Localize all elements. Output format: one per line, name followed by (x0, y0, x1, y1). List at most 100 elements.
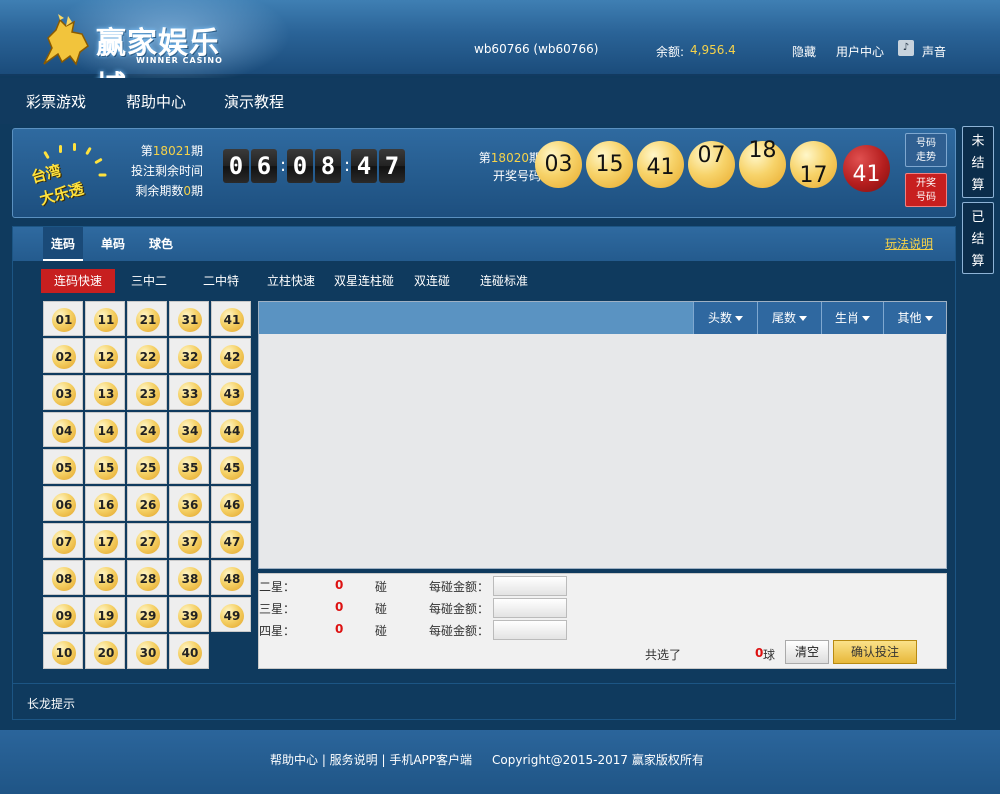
number-cell[interactable]: 13 (85, 375, 125, 410)
number-cell[interactable]: 11 (85, 301, 125, 336)
number-cell[interactable]: 24 (127, 412, 167, 447)
filter-zodiac-dropdown[interactable]: 生肖 (821, 302, 883, 334)
amount-input-4star[interactable] (493, 620, 567, 640)
number-cell[interactable]: 32 (169, 338, 209, 373)
number-cell[interactable]: 40 (169, 634, 209, 669)
balance-label: 余额: (656, 45, 685, 59)
number-cell[interactable]: 22 (127, 338, 167, 373)
subtab-column-quick[interactable]: 立柱快速 (261, 269, 321, 293)
number-cell[interactable]: 43 (211, 375, 251, 410)
nav-item-lottery[interactable]: 彩票游戏 (26, 91, 86, 112)
current-period: 18021 (152, 144, 191, 158)
number-cell[interactable]: 20 (85, 634, 125, 669)
amount-input-3star[interactable] (493, 598, 567, 618)
current-period-info: 第18021期 投注剩余时间 剩余期数0期 (123, 141, 203, 201)
time-left-label: 投注剩余时间 (130, 164, 203, 178)
sound-label[interactable]: 声音 (922, 43, 946, 60)
number-cell[interactable]: 44 (211, 412, 251, 447)
filter-tail-dropdown[interactable]: 尾数 (757, 302, 821, 334)
number-cell[interactable]: 06 (43, 486, 83, 521)
number-cell[interactable]: 05 (43, 449, 83, 484)
sound-icon[interactable]: ♪ (898, 40, 914, 56)
tab-danma[interactable]: 单码 (93, 227, 133, 261)
confirm-bet-button[interactable]: 确认投注 (833, 640, 917, 664)
subtab-2special[interactable]: 二中特 (193, 269, 249, 293)
number-cell[interactable]: 15 (85, 449, 125, 484)
number-cell[interactable]: 41 (211, 301, 251, 336)
number-cell[interactable]: 17 (85, 523, 125, 558)
number-cell[interactable]: 38 (169, 560, 209, 595)
number-cell[interactable]: 45 (211, 449, 251, 484)
chevron-down-icon (924, 316, 933, 321)
number-cell[interactable]: 47 (211, 523, 251, 558)
number-cell[interactable]: 49 (211, 597, 251, 632)
balance-value: 4,956.4 (690, 43, 736, 57)
hide-balance-link[interactable]: 隐藏 (792, 43, 816, 60)
number-cell[interactable]: 25 (127, 449, 167, 484)
subtab-quick[interactable]: 连码快速 (41, 269, 115, 293)
site-logo[interactable]: 赢家娱乐城 WINNER CASINO (36, 12, 246, 105)
number-cell[interactable]: 09 (43, 597, 83, 632)
nav-item-tutorial[interactable]: 演示教程 (224, 91, 284, 112)
filter-head-dropdown[interactable]: 头数 (693, 302, 757, 334)
number-cell[interactable]: 36 (169, 486, 209, 521)
nav-item-help[interactable]: 帮助中心 (126, 91, 186, 112)
number-cell[interactable]: 01 (43, 301, 83, 336)
footer: 帮助中心 | 服务说明 | 手机APP客户端 Copyright@2015-20… (0, 730, 1000, 794)
subtab-double-link[interactable]: 双连碰 (407, 269, 457, 293)
number-cell[interactable]: 28 (127, 560, 167, 595)
last-period: 18020 (490, 151, 529, 165)
draw-info-panel: 台湾 大乐透 第18021期 投注剩余时间 剩余期数0期 0 6 : 0 8 :… (12, 128, 956, 218)
number-cell[interactable]: 27 (127, 523, 167, 558)
rules-link[interactable]: 玩法说明 (885, 235, 933, 252)
subtab-standard[interactable]: 连碰标准 (473, 269, 535, 293)
remaining-count: 0 (183, 184, 191, 198)
betting-panel: 连码 单码 球色 玩法说明 连码快速 三中二 二中特 立柱快速 双星连柱碰 双连… (12, 226, 956, 720)
number-cell[interactable]: 30 (127, 634, 167, 669)
subtab-3in2[interactable]: 三中二 (121, 269, 177, 293)
number-cell[interactable]: 23 (127, 375, 167, 410)
number-cell[interactable]: 29 (127, 597, 167, 632)
number-cell[interactable]: 34 (169, 412, 209, 447)
number-cell[interactable]: 48 (211, 560, 251, 595)
number-cell[interactable]: 26 (127, 486, 167, 521)
number-cell[interactable]: 10 (43, 634, 83, 669)
filter-other-dropdown[interactable]: 其他 (883, 302, 946, 334)
number-cell[interactable]: 39 (169, 597, 209, 632)
long-dragon-label[interactable]: 长龙提示 (27, 695, 75, 712)
number-cell[interactable]: 16 (85, 486, 125, 521)
number-cell[interactable]: 14 (85, 412, 125, 447)
subtab-double-star[interactable]: 双星连柱碰 (329, 269, 399, 293)
tab-qiuse[interactable]: 球色 (141, 227, 181, 261)
number-trend-button[interactable]: 号码 走势 (905, 133, 947, 167)
number-cell[interactable]: 46 (211, 486, 251, 521)
number-cell[interactable]: 21 (127, 301, 167, 336)
last-draw-label: 开奖号码 (492, 169, 541, 183)
settled-tab[interactable]: 已结算 (962, 202, 994, 274)
timer-digit: 4 (351, 149, 377, 183)
number-cell[interactable]: 03 (43, 375, 83, 410)
footer-links[interactable]: 帮助中心 | 服务说明 | 手机APP客户端 (270, 751, 472, 768)
number-cell[interactable]: 18 (85, 560, 125, 595)
tab-lianma[interactable]: 连码 (43, 227, 83, 261)
clear-button[interactable]: 清空 (785, 640, 829, 664)
number-cell[interactable]: 33 (169, 375, 209, 410)
number-cell[interactable]: 35 (169, 449, 209, 484)
draw-results-button[interactable]: 开奖 号码 (905, 173, 947, 207)
number-cell[interactable]: 12 (85, 338, 125, 373)
result-ball: 17 (790, 141, 837, 188)
number-cell[interactable]: 37 (169, 523, 209, 558)
amount-input-2star[interactable] (493, 576, 567, 596)
number-cell[interactable]: 42 (211, 338, 251, 373)
number-cell[interactable]: 19 (85, 597, 125, 632)
number-grid: 01 02 03 04 05 06 07 08 09 10 11 12 13 1… (43, 301, 255, 671)
number-cell[interactable]: 04 (43, 412, 83, 447)
unsettled-tab[interactable]: 未结算 (962, 126, 994, 198)
number-cell[interactable]: 31 (169, 301, 209, 336)
timer-digit: 7 (379, 149, 405, 183)
user-center-link[interactable]: 用户中心 (836, 43, 884, 60)
timer-digit: 6 (251, 149, 277, 183)
number-cell[interactable]: 07 (43, 523, 83, 558)
number-cell[interactable]: 02 (43, 338, 83, 373)
number-cell[interactable]: 08 (43, 560, 83, 595)
